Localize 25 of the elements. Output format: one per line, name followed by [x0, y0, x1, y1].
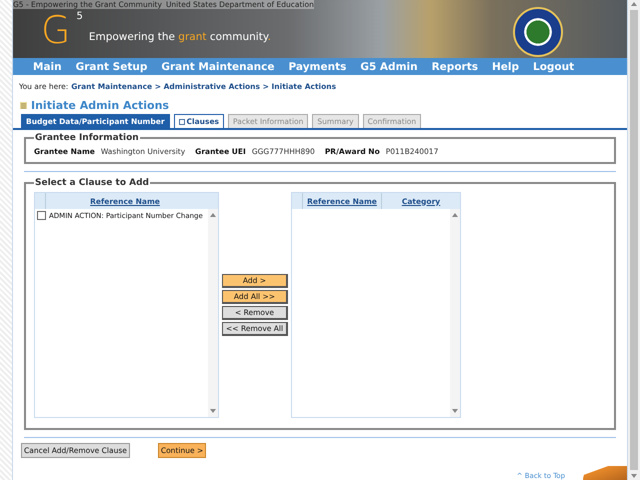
list-icon: [20, 102, 27, 109]
scroll-up-icon[interactable]: [451, 211, 459, 219]
nav-link[interactable]: Grant Setup: [76, 60, 148, 72]
scroll-down-icon[interactable]: [451, 407, 459, 415]
nav-link[interactable]: Reports: [432, 60, 478, 72]
scroll-down-icon[interactable]: [630, 472, 638, 480]
logo-superscript: 5: [76, 11, 83, 22]
scroll-down-icon[interactable]: [209, 407, 217, 415]
scrollbar[interactable]: [628, 0, 640, 480]
nav-link[interactable]: Help: [492, 60, 520, 72]
panel-legend: Select a Clause to Add: [34, 178, 150, 188]
footer-artwork: [583, 466, 628, 480]
nav-link[interactable]: Payments: [288, 60, 346, 72]
panel-legend: Grantee Information: [34, 133, 140, 143]
scroll-up-icon[interactable]: [209, 211, 217, 219]
nav-link[interactable]: G5 Admin: [360, 60, 418, 72]
seal-emblem: [513, 7, 564, 57]
logo-letter: G: [41, 11, 70, 49]
nav-link[interactable]: Grant Maintenance: [161, 60, 275, 72]
tagline: Empowering the grant community.: [88, 31, 271, 43]
checkbox[interactable]: [37, 211, 46, 220]
nav-link[interactable]: Main: [33, 60, 62, 72]
nav-link[interactable]: Logout: [533, 60, 574, 72]
page-title: Initiate Admin Actions: [31, 99, 169, 112]
scroll-up-icon[interactable]: [630, 0, 638, 8]
